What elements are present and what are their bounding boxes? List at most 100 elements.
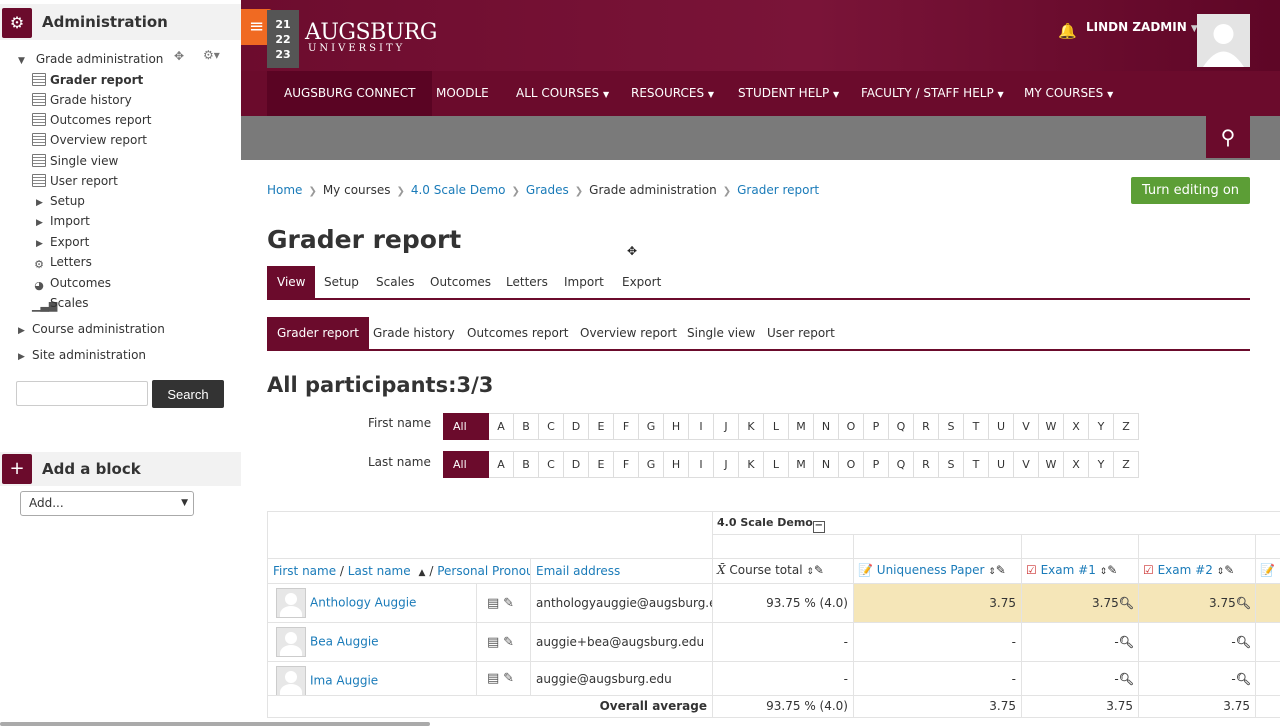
initial-letter[interactable]: U bbox=[989, 451, 1014, 478]
nav-augsburg-connect[interactable]: AUGSBURG CONNECT bbox=[267, 71, 433, 116]
initial-letter[interactable]: M bbox=[789, 413, 814, 440]
exam1-column-link[interactable]: Exam #1 bbox=[1041, 563, 1096, 577]
collapse-icon[interactable]: − bbox=[812, 521, 825, 533]
initial-letter[interactable]: W bbox=[1039, 413, 1064, 440]
initial-letter[interactable]: U bbox=[989, 413, 1014, 440]
drawer-search-button[interactable]: Search bbox=[152, 380, 224, 408]
grade-admin-node[interactable]: ▼ Grade administration bbox=[18, 49, 163, 69]
drawer-item-grader-report[interactable]: Grader report bbox=[32, 70, 143, 90]
nav-moodle[interactable]: MOODLE bbox=[436, 71, 489, 116]
sort-icon[interactable]: ⇕ bbox=[988, 567, 996, 577]
bell-icon[interactable]: 🔔 bbox=[1058, 22, 1077, 40]
nav-student-help[interactable]: STUDENT HELP ▼ bbox=[738, 71, 839, 116]
horizontal-scrollbar[interactable] bbox=[0, 722, 430, 726]
tab-user-report[interactable]: User report bbox=[757, 317, 845, 349]
tab-single-view[interactable]: Single view bbox=[677, 317, 765, 349]
initial-letter[interactable]: N bbox=[814, 451, 839, 478]
initial-letter[interactable]: I bbox=[689, 451, 714, 478]
initial-letter[interactable]: P bbox=[864, 451, 889, 478]
exam1-grade-cell[interactable]: -🔍︎ bbox=[1022, 662, 1139, 696]
student-name-link[interactable]: Ima Auggie bbox=[310, 674, 378, 688]
student-name-link[interactable]: Anthology Auggie bbox=[310, 596, 416, 610]
magnify-icon[interactable]: 🔍︎ bbox=[1236, 596, 1251, 610]
initial-letter[interactable]: H bbox=[664, 451, 689, 478]
initial-letter[interactable]: S bbox=[939, 451, 964, 478]
logo-wordmark[interactable]: AUGSBURG bbox=[305, 20, 437, 45]
initial-letter[interactable]: W bbox=[1039, 451, 1064, 478]
drawer-item-setup[interactable]: ▶ Setup bbox=[36, 191, 85, 211]
initial-letter[interactable]: Q bbox=[889, 413, 914, 440]
initial-letter[interactable]: Q bbox=[889, 451, 914, 478]
initial-letter[interactable]: J bbox=[714, 451, 739, 478]
initial-letter[interactable]: Y bbox=[1089, 451, 1114, 478]
exam2-column-link[interactable]: Exam #2 bbox=[1158, 563, 1213, 577]
breadcrumb-my-courses[interactable]: My courses bbox=[323, 183, 391, 197]
tab-letters[interactable]: Letters bbox=[496, 266, 558, 298]
drawer-item-single-view[interactable]: Single view bbox=[32, 151, 118, 171]
student-name-link[interactable]: Bea Auggie bbox=[310, 635, 379, 649]
drawer-item-import[interactable]: ▶ Import bbox=[36, 211, 90, 231]
add-block-select[interactable]: Add... ▼ bbox=[20, 491, 194, 516]
paper-grade-cell[interactable]: - bbox=[854, 662, 1022, 696]
tab-setup[interactable]: Setup bbox=[314, 266, 369, 298]
tab-outcomes[interactable]: Outcomes bbox=[420, 266, 501, 298]
magnify-icon[interactable]: 🔍︎ bbox=[1119, 635, 1134, 649]
sort-icon[interactable]: ⇕ bbox=[806, 567, 814, 577]
nav-resources[interactable]: RESOURCES ▼ bbox=[631, 71, 714, 116]
drawer-item-export[interactable]: ▶ Export bbox=[36, 232, 89, 252]
sort-first-name[interactable]: First name bbox=[273, 564, 336, 578]
breadcrumb-grader-report[interactable]: Grader report bbox=[737, 183, 819, 197]
initial-letter[interactable]: A bbox=[489, 451, 514, 478]
paper-column-link[interactable]: Uniqueness Paper bbox=[877, 563, 985, 577]
initial-letter[interactable]: K bbox=[739, 451, 764, 478]
initial-letter[interactable]: F bbox=[614, 413, 639, 440]
initial-letter[interactable]: Z bbox=[1114, 413, 1139, 440]
site-admin-node[interactable]: ▶ Site administration bbox=[18, 345, 146, 365]
nav-faculty-staff-help[interactable]: FACULTY / STAFF HELP ▼ bbox=[861, 71, 1004, 116]
exam2-grade-cell[interactable]: -🔍︎ bbox=[1139, 623, 1256, 662]
exam2-grade-cell[interactable]: -🔍︎ bbox=[1139, 662, 1256, 696]
move-icon[interactable]: ✥ bbox=[174, 49, 184, 63]
exam2-grade-cell[interactable]: 3.75🔍︎ bbox=[1139, 584, 1256, 623]
initial-letter[interactable]: M bbox=[789, 451, 814, 478]
initial-letter[interactable]: G bbox=[639, 413, 664, 440]
initial-letter[interactable]: H bbox=[664, 413, 689, 440]
nav-all-courses[interactable]: ALL COURSES ▼ bbox=[516, 71, 609, 116]
drawer-item-outcomes-report[interactable]: Outcomes report bbox=[32, 110, 151, 130]
exam1-grade-cell[interactable]: -🔍︎ bbox=[1022, 623, 1139, 662]
nav-my-courses[interactable]: MY COURSES ▼ bbox=[1024, 71, 1113, 116]
breadcrumb-course[interactable]: 4.0 Scale Demo bbox=[411, 183, 506, 197]
magnify-icon[interactable]: 🔍︎ bbox=[1119, 596, 1134, 610]
initial-letter[interactable]: R bbox=[914, 451, 939, 478]
initial-letter[interactable]: E bbox=[589, 451, 614, 478]
initial-letter[interactable]: C bbox=[539, 413, 564, 440]
paper-grade-cell[interactable]: 3.75 bbox=[854, 584, 1022, 623]
edit-pencil-icon[interactable]: ✎ bbox=[503, 635, 514, 650]
initial-letter[interactable]: X bbox=[1064, 413, 1089, 440]
initial-letter[interactable]: L bbox=[764, 451, 789, 478]
initial-letter[interactable]: L bbox=[764, 413, 789, 440]
initial-letter[interactable]: F bbox=[614, 451, 639, 478]
drawer-item-grade-history[interactable]: Grade history bbox=[32, 90, 132, 110]
breadcrumb-home[interactable]: Home bbox=[267, 183, 302, 197]
initial-letter[interactable]: D bbox=[564, 413, 589, 440]
edit-pencil-icon[interactable]: ✎ bbox=[814, 563, 824, 577]
initial-letter[interactable]: V bbox=[1014, 413, 1039, 440]
initial-letter[interactable]: T bbox=[964, 413, 989, 440]
initial-letter[interactable]: B bbox=[514, 451, 539, 478]
search-icon[interactable]: ⚲ bbox=[1206, 116, 1250, 158]
course-admin-node[interactable]: ▶ Course administration bbox=[18, 319, 165, 339]
initial-letter[interactable]: G bbox=[639, 451, 664, 478]
initial-letter[interactable]: E bbox=[589, 413, 614, 440]
initial-all[interactable]: All bbox=[443, 413, 489, 440]
initial-letter[interactable]: O bbox=[839, 451, 864, 478]
magnify-icon[interactable]: 🔍︎ bbox=[1236, 635, 1251, 649]
initial-letter[interactable]: J bbox=[714, 413, 739, 440]
initial-letter[interactable]: B bbox=[514, 413, 539, 440]
magnify-icon[interactable]: 🔍︎ bbox=[1236, 672, 1251, 686]
edit-pencil-icon[interactable]: ✎ bbox=[503, 671, 514, 686]
sort-pronouns[interactable]: Personal Pronouns bbox=[437, 564, 530, 578]
initial-letter[interactable]: C bbox=[539, 451, 564, 478]
initial-letter[interactable]: I bbox=[689, 413, 714, 440]
initial-letter[interactable]: A bbox=[489, 413, 514, 440]
